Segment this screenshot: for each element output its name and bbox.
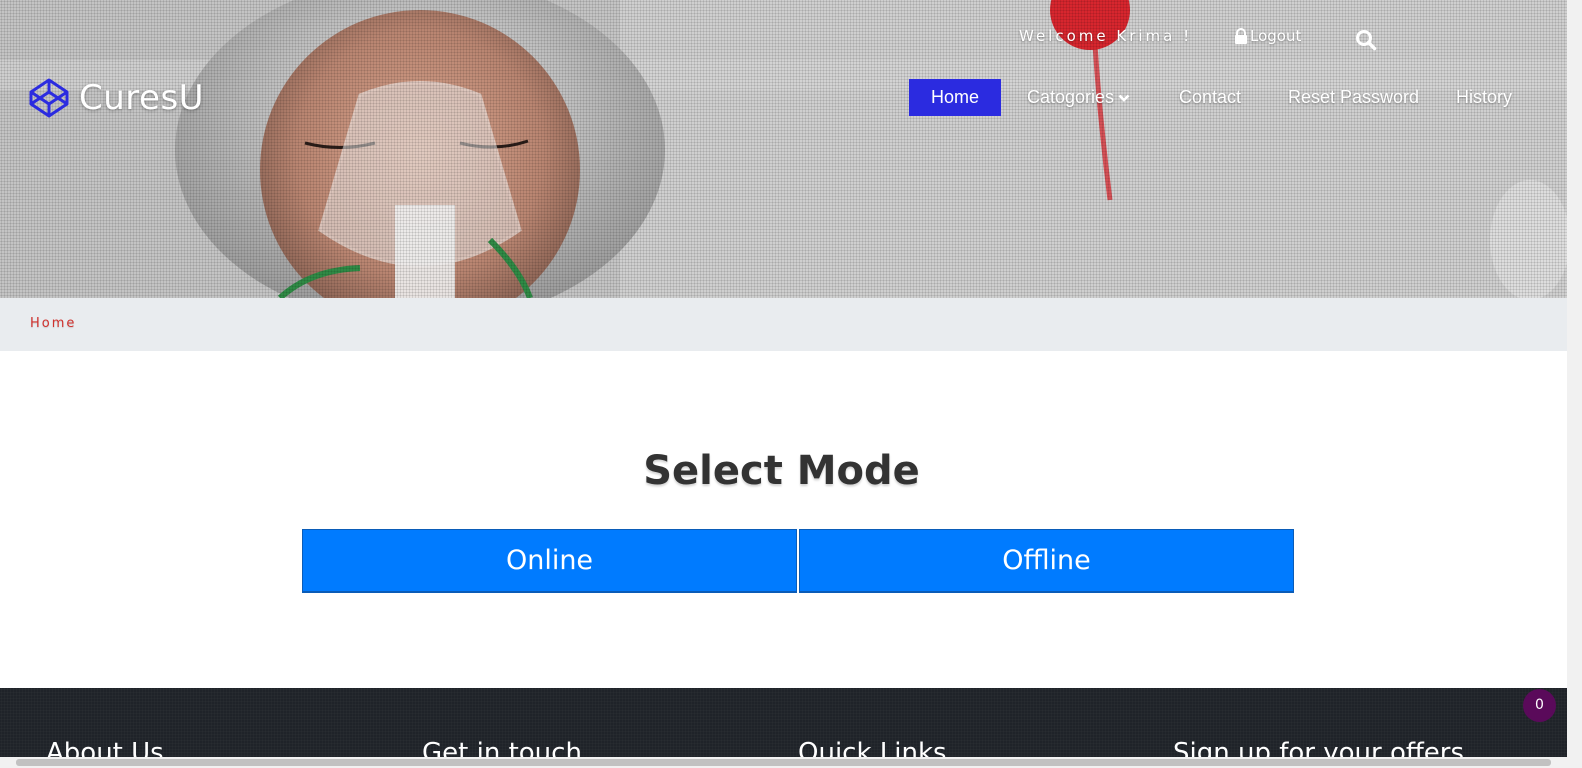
welcome-message: Welcome Krima ! bbox=[1019, 27, 1193, 45]
nav-reset-password[interactable]: Reset Password bbox=[1288, 79, 1419, 116]
chevron-down-icon bbox=[1118, 94, 1130, 102]
nav-categories-label: Catogories bbox=[1027, 87, 1115, 107]
brand-name: CuresU bbox=[79, 78, 205, 118]
online-mode-button[interactable]: Online bbox=[302, 529, 797, 593]
lock-icon bbox=[1235, 28, 1247, 44]
horizontal-scrollbar[interactable] bbox=[0, 757, 1567, 768]
nav-categories[interactable]: Catogories bbox=[1027, 79, 1130, 116]
breadcrumb: Home bbox=[0, 298, 1567, 351]
logout-label: Logout bbox=[1250, 27, 1302, 45]
codepen-cube-icon bbox=[29, 78, 69, 118]
vertical-scrollbar[interactable] bbox=[1567, 0, 1582, 768]
nav-home[interactable]: Home bbox=[909, 79, 1001, 116]
hero-dot-overlay bbox=[0, 0, 1567, 298]
hero-header: Welcome Krima ! Logout CuresU Home Catog… bbox=[0, 0, 1567, 298]
nav-contact[interactable]: Contact bbox=[1179, 79, 1241, 116]
footer: About Us Get in touch Quick Links Sign u… bbox=[0, 688, 1567, 768]
brand-logo[interactable]: CuresU bbox=[29, 78, 204, 118]
logout-link[interactable]: Logout bbox=[1234, 27, 1301, 45]
page-title: Select Mode bbox=[643, 448, 920, 494]
horizontal-scrollbar-thumb[interactable] bbox=[16, 759, 1551, 766]
search-icon[interactable] bbox=[1355, 29, 1377, 51]
breadcrumb-home-link[interactable]: Home bbox=[30, 316, 76, 331]
cart-count-badge[interactable]: 0 bbox=[1523, 689, 1556, 722]
nav-history[interactable]: History bbox=[1456, 79, 1512, 116]
offline-mode-button[interactable]: Offline bbox=[799, 529, 1294, 593]
